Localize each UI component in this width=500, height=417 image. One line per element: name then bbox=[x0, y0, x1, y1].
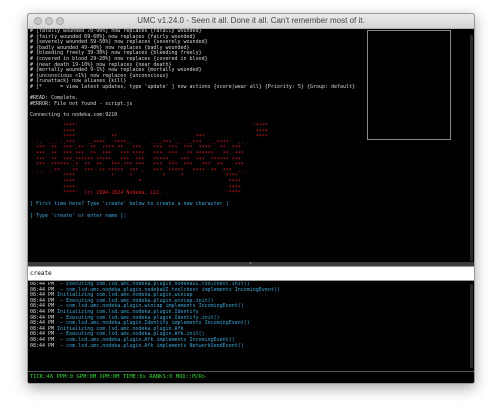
main-output-scrollbar[interactable] bbox=[470, 35, 473, 261]
command-input-bar bbox=[28, 266, 474, 281]
title-bar: UMC v1.24.0 - Seen it all. Done it all. … bbox=[28, 14, 474, 29]
log-output-scrollbar[interactable] bbox=[470, 284, 473, 368]
log-message: — com.lsd.umc.nodeka.plugin.Afk implemen… bbox=[54, 342, 244, 349]
status-bar: TICK:46 PPM:0 GPM:0M XPM:0M TIME:0s RANK… bbox=[28, 371, 474, 383]
window-title: UMC v1.24.0 - Seen it all. Done it all. … bbox=[137, 16, 365, 25]
log-output-text: 08:44 PM — Executing com.lsd.umc.nodeka.… bbox=[28, 282, 474, 349]
status-text: TICK:46 PPM:0 GPM:0M XPM:0M TIME:0s RANK… bbox=[30, 374, 206, 380]
log-line: 08:44 PM — com.lsd.umc.nodeka.plugin.Afk… bbox=[28, 342, 474, 350]
client-window: UMC v1.24.0 - Seen it all. Done it all. … bbox=[27, 13, 475, 384]
main-output-pane[interactable]: # [fatally wounded 70-90%] now replaces … bbox=[28, 29, 474, 262]
log-output-pane[interactable]: 08:44 PM — Executing com.lsd.umc.nodeka.… bbox=[28, 282, 474, 371]
log-timestamp: 08:44 PM bbox=[30, 342, 55, 349]
output-line: [ Type 'create' or enter name ]: bbox=[30, 212, 127, 219]
command-input[interactable] bbox=[30, 269, 470, 279]
map-window[interactable] bbox=[367, 30, 451, 140]
